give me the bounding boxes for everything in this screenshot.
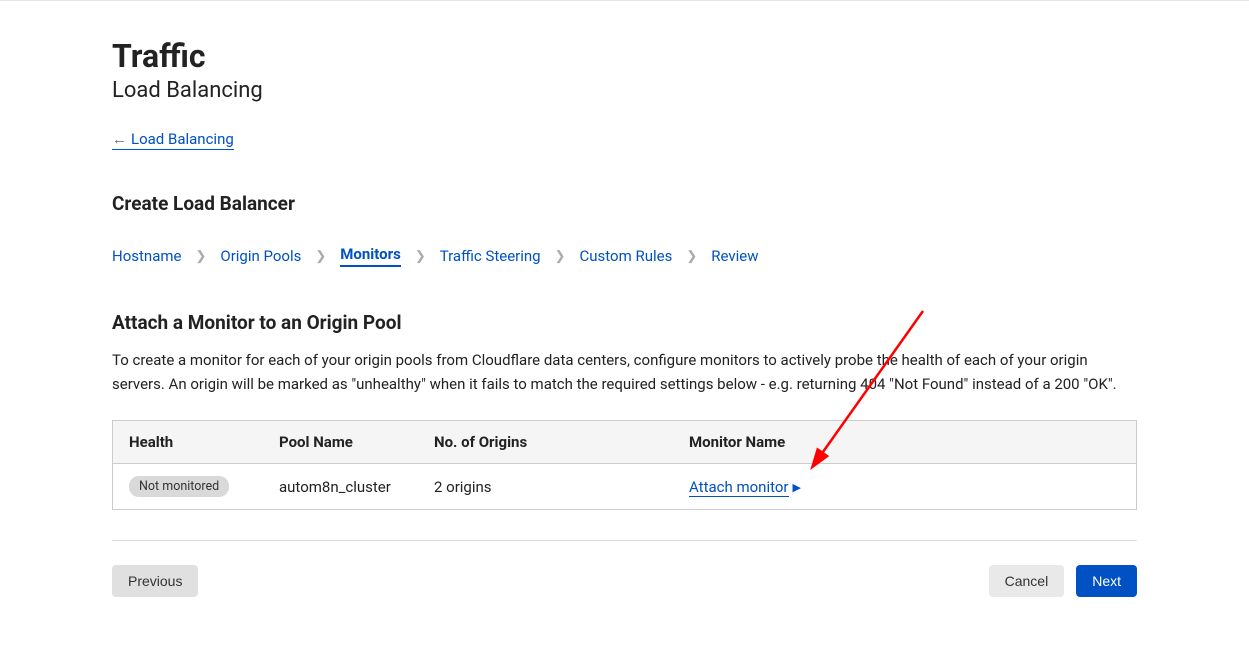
- wizard-step-review[interactable]: Review: [711, 247, 758, 265]
- col-monitor-name: Monitor Name: [673, 421, 1136, 464]
- health-badge: Not monitored: [129, 476, 229, 497]
- cancel-button[interactable]: Cancel: [989, 565, 1065, 597]
- back-link[interactable]: ← Load Balancing: [112, 130, 234, 150]
- wizard-step-monitors[interactable]: Monitors: [340, 245, 401, 267]
- chevron-right-icon: ❯: [315, 249, 326, 264]
- chevron-right-icon: ❯: [415, 249, 426, 264]
- chevron-right-icon: ❯: [195, 249, 206, 264]
- chevron-right-icon: ❯: [555, 249, 566, 264]
- wizard-step-origin-pools[interactable]: Origin Pools: [220, 247, 301, 265]
- attach-monitor-link[interactable]: Attach monitor: [689, 478, 789, 497]
- page-subtitle: Load Balancing: [112, 78, 1137, 103]
- cell-no-origins: 2 origins: [418, 464, 673, 510]
- table-row: Not monitored autom8n_cluster 2 origins …: [113, 464, 1136, 510]
- col-no-origins: No. of Origins: [418, 421, 673, 464]
- back-link-label: Load Balancing: [131, 130, 234, 148]
- caret-right-icon: ▶: [793, 481, 801, 494]
- monitor-table: Health Pool Name No. of Origins Monitor …: [112, 420, 1137, 510]
- wizard-step-traffic-steering[interactable]: Traffic Steering: [440, 247, 541, 265]
- col-health: Health: [113, 421, 263, 464]
- wizard-step-hostname[interactable]: Hostname: [112, 247, 181, 265]
- page-title: Traffic: [112, 39, 1137, 74]
- divider: [112, 540, 1137, 541]
- next-button[interactable]: Next: [1076, 565, 1137, 597]
- arrow-left-icon: ←: [112, 130, 127, 148]
- cell-pool-name: autom8n_cluster: [263, 464, 418, 510]
- sub-heading: Attach a Monitor to an Origin Pool: [112, 311, 1137, 334]
- description-text: To create a monitor for each of your ori…: [112, 348, 1137, 396]
- col-pool-name: Pool Name: [263, 421, 418, 464]
- chevron-right-icon: ❯: [686, 249, 697, 264]
- wizard-step-custom-rules[interactable]: Custom Rules: [580, 247, 673, 265]
- button-row: Previous Cancel Next: [112, 565, 1137, 637]
- previous-button[interactable]: Previous: [112, 565, 198, 597]
- wizard-steps: Hostname ❯ Origin Pools ❯ Monitors ❯ Tra…: [112, 245, 1137, 267]
- section-heading: Create Load Balancer: [112, 192, 1137, 215]
